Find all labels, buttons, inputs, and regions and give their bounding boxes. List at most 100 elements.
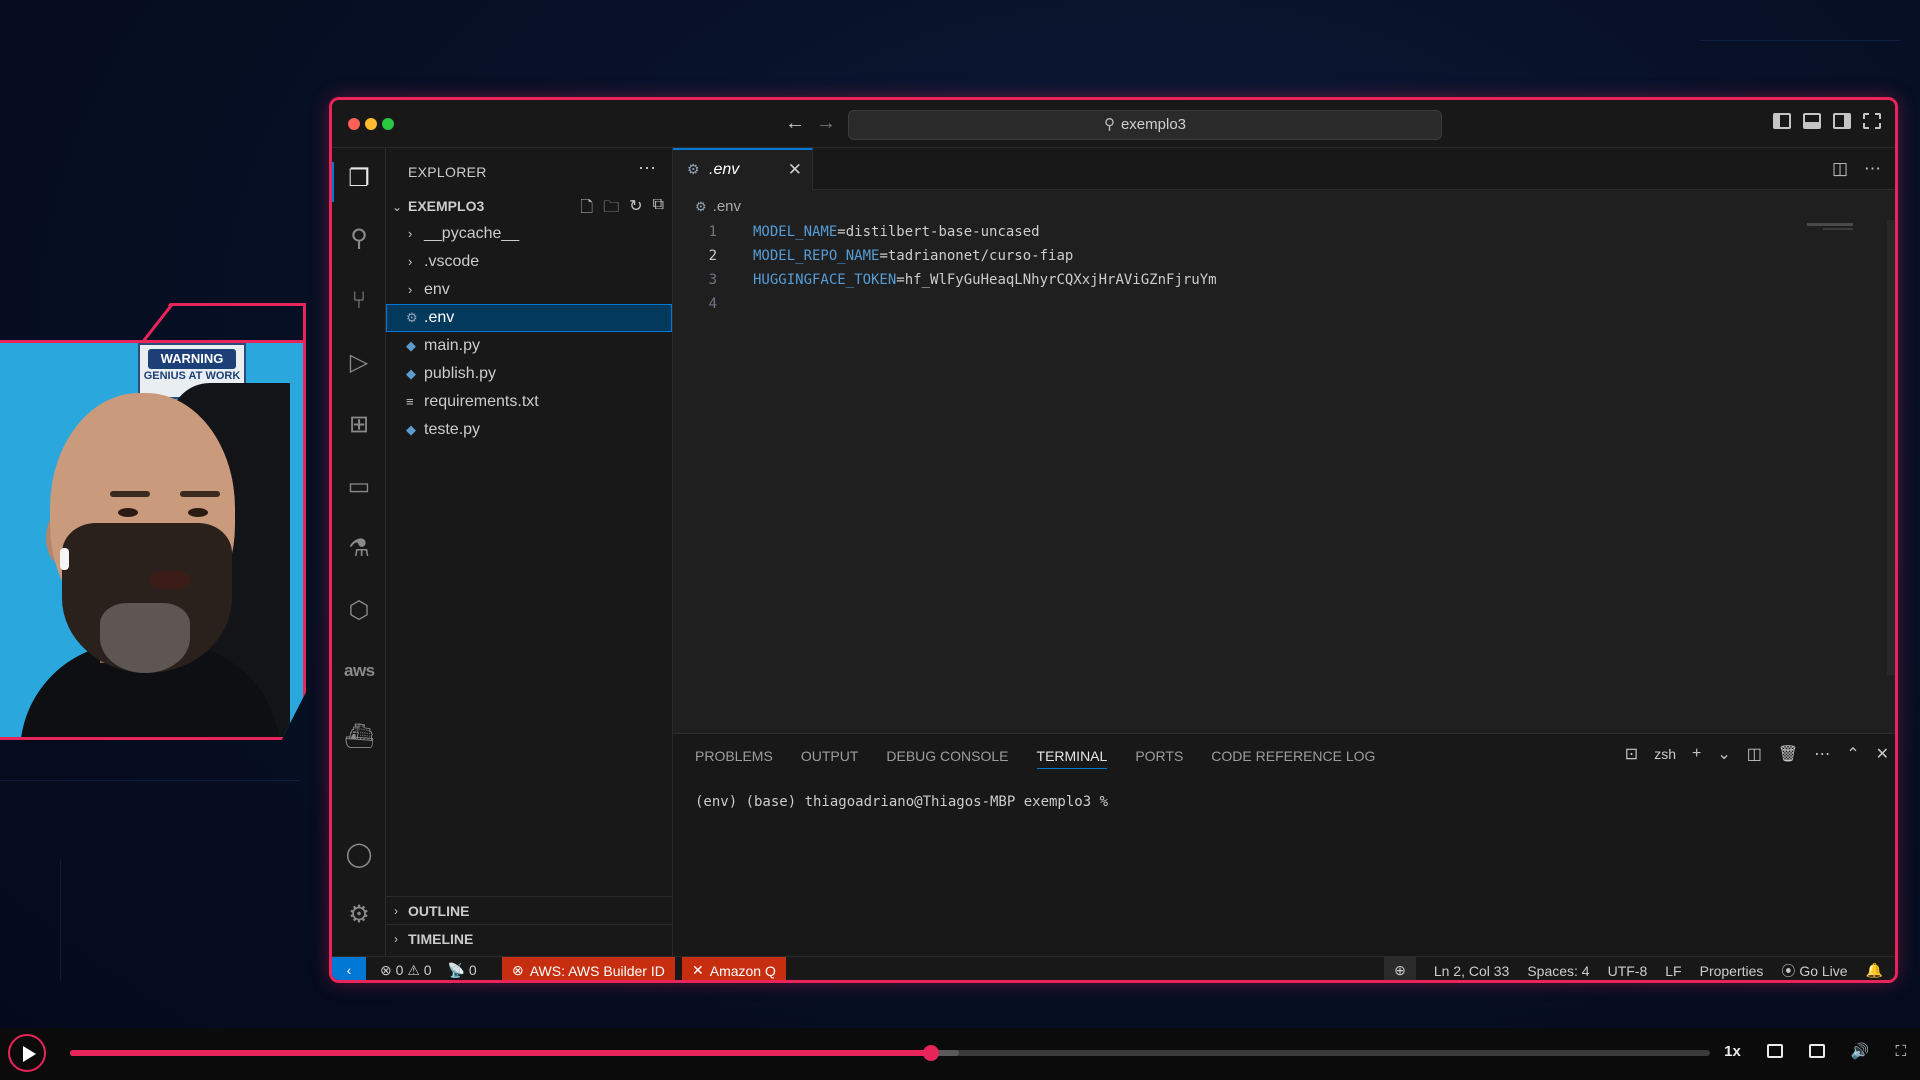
- docker-icon[interactable]: ⛴: [344, 722, 374, 752]
- more-actions-icon[interactable]: ⋯: [1864, 159, 1881, 179]
- tab-output[interactable]: OUTPUT: [801, 748, 859, 769]
- settings-gear-icon[interactable]: ⚙: [344, 900, 374, 930]
- close-tab-icon[interactable]: ✕: [788, 160, 802, 180]
- workspace-folder-row[interactable]: ⌄ EXEMPLO3 🗋 🗀 ↻ ⧉: [386, 196, 672, 218]
- tree-file-publish-py[interactable]: ◆ publish.py: [386, 360, 672, 388]
- tab-debug-console[interactable]: DEBUG CONSOLE: [886, 748, 1008, 769]
- kubernetes-hexagon-icon[interactable]: ⬡: [344, 596, 374, 626]
- seek-bar[interactable]: [70, 1045, 1710, 1061]
- command-center-search[interactable]: ⚲ exemplo3: [848, 110, 1442, 140]
- new-folder-icon[interactable]: 🗀: [603, 196, 619, 223]
- playback-speed-button[interactable]: 1x: [1724, 1043, 1741, 1060]
- explorer-icon[interactable]: ❐: [344, 164, 374, 194]
- trash-icon[interactable]: 🗑: [1778, 744, 1798, 764]
- terminal-shell-name[interactable]: zsh: [1654, 746, 1676, 762]
- maximize-panel-icon[interactable]: ⌃: [1846, 744, 1859, 764]
- source-control-icon[interactable]: ⑂: [344, 286, 374, 316]
- tree-folder-vscode[interactable]: › .vscode: [386, 248, 672, 276]
- fullscreen-icon[interactable]: ⛶: [1895, 1043, 1906, 1060]
- split-editor-icon[interactable]: ◫: [1832, 159, 1848, 179]
- minimap-line: [1823, 228, 1853, 230]
- account-icon[interactable]: ◯: [344, 840, 374, 870]
- line-number: 1: [708, 224, 717, 240]
- python-file-icon: ◆: [406, 338, 416, 353]
- presenter-brow: [110, 491, 150, 497]
- problems-status[interactable]: ⊗ 0 ⚠ 0: [380, 962, 432, 979]
- cursor-position[interactable]: Ln 2, Col 33: [1434, 963, 1510, 979]
- chevron-right-icon: ›: [408, 282, 413, 297]
- aws-toolkit-icon[interactable]: aws: [344, 656, 375, 686]
- refresh-icon[interactable]: ↻: [629, 196, 642, 223]
- more-actions-icon[interactable]: ⋯: [638, 158, 656, 179]
- remote-explorer-icon[interactable]: ▭: [344, 472, 374, 502]
- timeline-section[interactable]: › TIMELINE: [386, 924, 672, 952]
- editor-area: ⚙ .env ✕ ◫ ⋯ ⚙ .env 1 MODEL_NAME=distilbe…: [673, 148, 1895, 733]
- seek-thumb[interactable]: [923, 1045, 939, 1061]
- search-icon[interactable]: ⚲: [344, 224, 374, 254]
- tree-file-dotenv[interactable]: ⚙ .env: [386, 304, 672, 332]
- breadcrumb[interactable]: ⚙ .env: [695, 198, 741, 215]
- more-actions-icon[interactable]: ⋯: [1814, 744, 1830, 764]
- back-arrow-icon[interactable]: ←: [785, 112, 805, 135]
- go-live-button[interactable]: ⦿ Go Live: [1781, 961, 1847, 981]
- tree-file-requirements[interactable]: ≡ requirements.txt: [386, 388, 672, 416]
- toggle-secondary-sidebar-icon[interactable]: [1833, 113, 1851, 129]
- picture-in-picture-icon[interactable]: [1808, 1044, 1825, 1058]
- tab-problems[interactable]: PROBLEMS: [695, 748, 773, 769]
- customize-layout-icon[interactable]: [1863, 113, 1881, 129]
- broadcast-icon: ⦿: [1781, 962, 1796, 979]
- tree-item-label: .vscode: [424, 253, 480, 270]
- tab-dotenv[interactable]: ⚙ .env ✕: [673, 148, 813, 190]
- warning-icon: ⚠: [407, 962, 420, 978]
- tab-terminal[interactable]: TERMINAL: [1036, 748, 1108, 769]
- status-bar: ‹ ⊗ 0 ⚠ 0 📡 0 ⊗ AWS: AWS Builder ID ✕ Amaz…: [332, 956, 1895, 981]
- collapse-all-icon[interactable]: ⧉: [653, 196, 664, 223]
- run-debug-icon[interactable]: ▷: [344, 348, 374, 378]
- ports-status[interactable]: 📡 0: [448, 962, 477, 979]
- editor-scrollbar[interactable]: [1887, 220, 1895, 675]
- new-file-icon[interactable]: 🗋: [580, 196, 593, 223]
- toggle-primary-sidebar-icon[interactable]: [1773, 113, 1791, 129]
- tree-folder-env[interactable]: › env: [386, 276, 672, 304]
- code-editor[interactable]: 1 MODEL_NAME=distilbert-base-uncased 2 M…: [673, 220, 1895, 316]
- tree-file-main-py[interactable]: ◆ main.py: [386, 332, 672, 360]
- play-button[interactable]: [8, 1034, 46, 1072]
- tree-folder-pycache[interactable]: › __pycache__: [386, 220, 672, 248]
- end-of-line[interactable]: LF: [1665, 963, 1681, 979]
- line-text: MODEL_NAME=distilbert-base-uncased: [753, 220, 1040, 244]
- maximize-window-button[interactable]: [382, 118, 394, 130]
- close-window-button[interactable]: [348, 118, 360, 130]
- close-icon: ✕: [692, 962, 704, 978]
- tree-file-teste-py[interactable]: ◆ teste.py: [386, 416, 672, 444]
- volume-icon[interactable]: 🔊: [1851, 1042, 1870, 1060]
- split-terminal-icon[interactable]: ◫: [1747, 744, 1762, 764]
- notifications-bell-icon[interactable]: 🔔: [1866, 962, 1883, 979]
- indentation[interactable]: Spaces: 4: [1527, 963, 1589, 979]
- language-mode[interactable]: Properties: [1700, 963, 1764, 979]
- outline-section[interactable]: › OUTLINE: [386, 896, 672, 924]
- zoom-icon[interactable]: ⊕: [1384, 957, 1416, 980]
- testing-flask-icon[interactable]: ⚗: [344, 534, 374, 564]
- minimize-window-button[interactable]: [365, 118, 377, 130]
- forward-arrow-icon[interactable]: →: [816, 112, 836, 135]
- tab-code-reference-log[interactable]: CODE REFERENCE LOG: [1211, 748, 1375, 769]
- terminal-output[interactable]: (env) (base) thiagoadriano@Thiagos-MBP e…: [695, 794, 1108, 810]
- extensions-icon[interactable]: ⊞: [344, 410, 374, 440]
- line-number: 4: [708, 296, 717, 312]
- progress-fill: [70, 1050, 931, 1056]
- close-panel-icon[interactable]: ✕: [1876, 744, 1889, 764]
- encoding[interactable]: UTF-8: [1608, 963, 1648, 979]
- minimap[interactable]: [1807, 223, 1853, 226]
- amazon-q-status[interactable]: ✕ Amazon Q: [682, 957, 786, 980]
- vscode-window: ← → ⚲ exemplo3 ❐ ⚲ ⑂ ▷ ⊞ ▭ ⚗ ⬡ aws ⛴ ◯ ⚙ …: [329, 97, 1898, 983]
- line-text: MODEL_REPO_NAME=tadrianonet/curso-fiap: [753, 244, 1073, 268]
- activity-bar: ❐ ⚲ ⑂ ▷ ⊞ ▭ ⚗ ⬡ aws ⛴ ◯ ⚙: [332, 148, 386, 956]
- aws-connection-status[interactable]: ⊗ AWS: AWS Builder ID: [502, 957, 675, 980]
- remote-indicator-icon[interactable]: ‹: [332, 957, 366, 980]
- tab-ports[interactable]: PORTS: [1135, 748, 1183, 769]
- captions-icon[interactable]: [1766, 1044, 1783, 1058]
- toggle-panel-icon[interactable]: [1803, 113, 1821, 129]
- new-terminal-plus-icon[interactable]: +: [1692, 745, 1701, 763]
- chevron-down-icon[interactable]: ⌄: [1717, 744, 1730, 764]
- env-key: MODEL_NAME: [753, 224, 838, 240]
